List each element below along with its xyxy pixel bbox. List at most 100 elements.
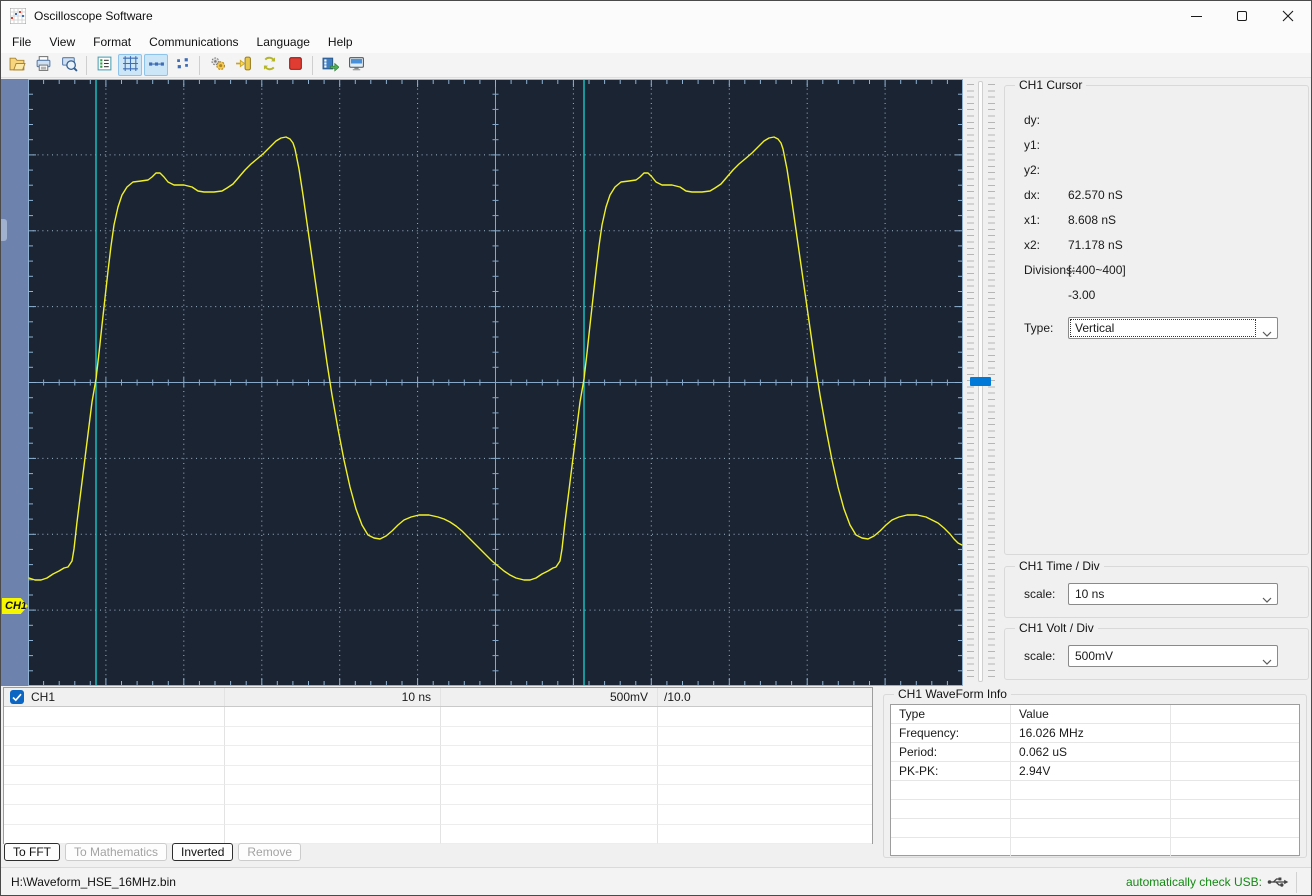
empty-cell xyxy=(658,825,872,845)
empty-cell xyxy=(441,746,658,766)
action-buttons: To FFT To Mathematics Inverted Remove xyxy=(4,843,301,861)
channel-list-button[interactable] xyxy=(92,54,116,76)
menu-item-language[interactable]: Language xyxy=(248,33,319,51)
cursor-row-y1: y1: xyxy=(1005,132,1308,157)
scope-canvas[interactable] xyxy=(28,79,963,686)
cursor-row-divisions: Divisions:[-400~400] xyxy=(1005,257,1308,282)
cursor-panel: CH1 Cursor dy:y1:y2:dx:62.570 nSx1:8.608… xyxy=(1004,85,1309,555)
empty-cell xyxy=(658,766,872,786)
cursor-panel-title: CH1 Cursor xyxy=(1015,78,1086,92)
cursor-row-y2: y2: xyxy=(1005,157,1308,182)
maximize-button[interactable] xyxy=(1219,1,1265,31)
info-cell xyxy=(1171,819,1299,838)
cursor-row-dy: dy: xyxy=(1005,107,1308,132)
info-cell: 0.062 uS xyxy=(1011,743,1171,762)
channel-row-ch1[interactable]: CH1 10 ns 500mV /10.0 xyxy=(4,688,872,707)
menu-item-file[interactable]: File xyxy=(3,33,40,51)
channel-name: CH1 xyxy=(31,690,55,704)
info-cell xyxy=(1171,781,1299,800)
cursor-row-extra: -3.00 xyxy=(1005,282,1308,307)
volt-div-title: CH1 Volt / Div xyxy=(1015,621,1098,635)
print-preview-button[interactable] xyxy=(57,54,81,76)
info-col-type: Type xyxy=(891,705,1011,724)
cursor-row-x1: x1:8.608 nS xyxy=(1005,207,1308,232)
inverted-button[interactable]: Inverted xyxy=(172,843,233,861)
remove-button[interactable]: Remove xyxy=(238,843,301,861)
stop-icon xyxy=(287,55,304,75)
vertical-position-strip[interactable] xyxy=(1,79,28,686)
channel-checkbox[interactable] xyxy=(10,690,24,704)
grid-icon xyxy=(122,55,139,75)
app-icon xyxy=(10,8,26,24)
to-fft-button[interactable]: To FFT xyxy=(4,843,60,861)
cursor-type-select[interactable]: Vertical xyxy=(1068,317,1278,339)
open-folder-button[interactable] xyxy=(5,54,29,76)
slider-handle[interactable] xyxy=(970,377,991,386)
empty-cell xyxy=(4,805,225,825)
info-cell xyxy=(1011,838,1171,857)
menu-item-format[interactable]: Format xyxy=(84,33,140,51)
persistence-dashed-button[interactable] xyxy=(144,54,168,76)
stop-button[interactable] xyxy=(283,54,307,76)
vertical-position-handle[interactable] xyxy=(1,219,7,241)
info-cell xyxy=(891,838,1011,857)
empty-cell xyxy=(4,746,225,766)
volt-scale-value: 500mV xyxy=(1075,649,1113,663)
refresh-button[interactable] xyxy=(257,54,281,76)
time-div-panel: CH1 Time / Div scale: 10 ns xyxy=(1004,566,1309,618)
cursor-row-value: -3.00 xyxy=(1068,288,1308,302)
close-button[interactable] xyxy=(1265,1,1311,31)
channel-empty-row xyxy=(4,727,872,747)
to-mathematics-button[interactable]: To Mathematics xyxy=(65,843,167,861)
empty-cell xyxy=(658,707,872,727)
scope-display[interactable] xyxy=(28,79,963,686)
display-monitor-icon xyxy=(348,55,365,75)
sample-dots-icon xyxy=(174,55,191,75)
empty-cell xyxy=(225,707,441,727)
empty-cell xyxy=(225,766,441,786)
persistence-dashed-icon xyxy=(148,55,165,75)
status-bar: H:\Waveform_HSE_16MHz.bin automatically … xyxy=(1,867,1311,896)
info-cell: PK-PK: xyxy=(891,762,1011,781)
cursor-row-label: x1: xyxy=(1005,213,1068,227)
settings-gears-button[interactable] xyxy=(205,54,229,76)
trigger-level-slider[interactable] xyxy=(964,79,1004,686)
display-monitor-button[interactable] xyxy=(344,54,368,76)
toolbar-separator xyxy=(312,56,313,75)
cursor-row-dx: dx:62.570 nS xyxy=(1005,182,1308,207)
grid-button[interactable] xyxy=(118,54,142,76)
exit-door-button[interactable] xyxy=(231,54,255,76)
info-cell xyxy=(891,819,1011,838)
info-cell: Period: xyxy=(891,743,1011,762)
info-row xyxy=(891,800,1299,819)
export-stream-button[interactable] xyxy=(318,54,342,76)
sample-dots-button[interactable] xyxy=(170,54,194,76)
menu-item-help[interactable]: Help xyxy=(319,33,362,51)
empty-cell xyxy=(4,727,225,747)
info-cell xyxy=(1011,800,1171,819)
chevron-down-icon xyxy=(1262,326,1272,340)
empty-cell xyxy=(225,746,441,766)
menu-bar: FileViewFormatCommunicationsLanguageHelp xyxy=(1,31,1311,53)
cursor-readouts: dy:y1:y2:dx:62.570 nSx1:8.608 nSx2:71.17… xyxy=(1005,107,1308,307)
status-file-path: H:\Waveform_HSE_16MHz.bin xyxy=(1,875,176,889)
print-button[interactable] xyxy=(31,54,55,76)
empty-cell xyxy=(4,825,225,845)
volt-scale-select[interactable]: 500mV xyxy=(1068,645,1278,667)
empty-cell xyxy=(225,805,441,825)
waveform-info-table: Type Value Frequency:16.026 MHzPeriod:0.… xyxy=(890,704,1300,856)
minimize-button[interactable] xyxy=(1173,1,1219,31)
cursor-row-label: Divisions: xyxy=(1005,263,1068,277)
empty-cell xyxy=(441,785,658,805)
menu-item-view[interactable]: View xyxy=(40,33,84,51)
empty-cell xyxy=(441,825,658,845)
info-row xyxy=(891,838,1299,857)
cursor-row-value: 62.570 nS xyxy=(1068,188,1308,202)
time-scale-select[interactable]: 10 ns xyxy=(1068,583,1278,605)
menu-item-communications[interactable]: Communications xyxy=(140,33,247,51)
channel-empty-row xyxy=(4,805,872,825)
info-cell xyxy=(1171,762,1299,781)
info-rows: Frequency:16.026 MHzPeriod:0.062 uSPK-PK… xyxy=(891,724,1299,857)
empty-cell xyxy=(441,707,658,727)
info-row xyxy=(891,781,1299,800)
